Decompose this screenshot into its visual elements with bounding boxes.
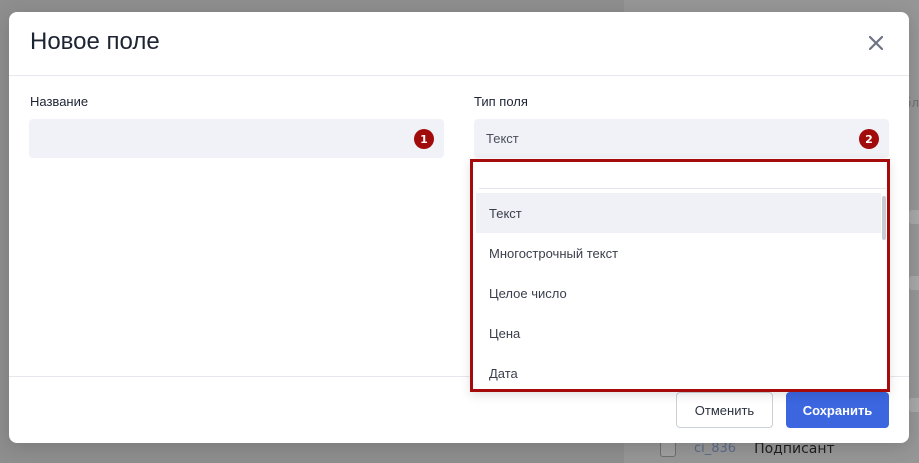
- marker-badge: 2: [859, 129, 879, 149]
- type-field-label: Тип поля: [474, 94, 528, 109]
- save-button[interactable]: Сохранить: [786, 392, 889, 428]
- modal-header: Новое поле: [9, 12, 909, 76]
- dropdown-search-input[interactable]: [479, 162, 886, 189]
- modal-title: Новое поле: [30, 28, 160, 55]
- dropdown-option-multiline-text[interactable]: Многострочный текст: [476, 233, 881, 273]
- field-type-dropdown: Текст Многострочный текст Целое число Це…: [470, 159, 890, 392]
- field-type-select-value: Текст: [486, 131, 519, 146]
- dropdown-option-integer[interactable]: Целое число: [476, 273, 881, 313]
- field-type-select[interactable]: Текст: [474, 119, 889, 158]
- close-button[interactable]: [865, 32, 887, 54]
- background-row-code: ci_836: [694, 441, 737, 456]
- dropdown-scrollbar[interactable]: [882, 196, 886, 240]
- close-icon: [869, 36, 883, 50]
- marker-badge: 1: [414, 129, 434, 149]
- background-chip: [909, 276, 919, 290]
- background-chip: [909, 398, 919, 412]
- dropdown-options-list: Текст Многострочный текст Целое число Це…: [476, 193, 881, 389]
- background-chip: [909, 210, 919, 224]
- dropdown-option-date[interactable]: Дата: [476, 353, 881, 389]
- dropdown-option-price[interactable]: Цена: [476, 313, 881, 353]
- name-field-label: Название: [30, 94, 89, 109]
- dropdown-option-text[interactable]: Текст: [476, 193, 881, 233]
- name-input[interactable]: [29, 119, 444, 158]
- cancel-button[interactable]: Отменить: [676, 392, 773, 428]
